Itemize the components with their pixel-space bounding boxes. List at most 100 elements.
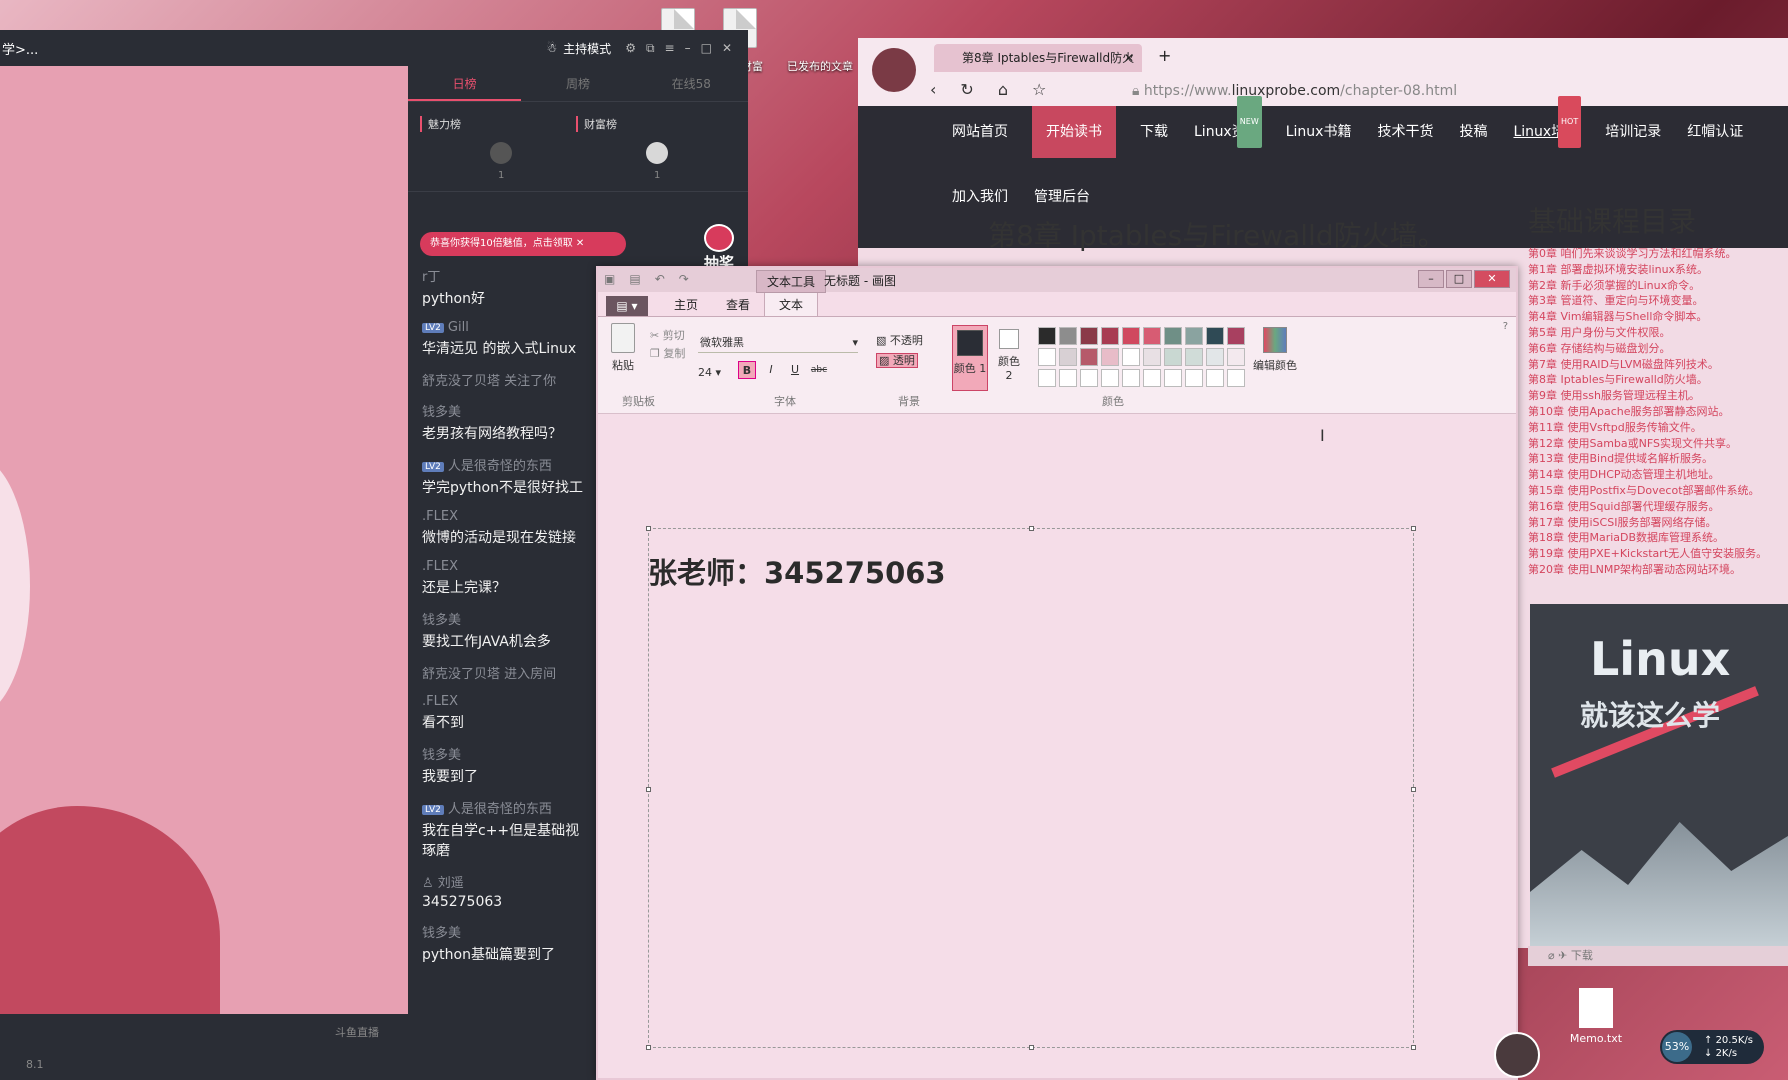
palette-swatch[interactable]	[1206, 327, 1224, 345]
menu-item-books[interactable]: Linux书籍	[1284, 106, 1354, 158]
resize-handle[interactable]	[1029, 1045, 1034, 1050]
palette-swatch[interactable]	[1206, 369, 1224, 387]
tab-weekly[interactable]: 周榜	[521, 66, 634, 101]
toc-link[interactable]: 第9章 使用ssh服务管理远程主机。	[1528, 388, 1788, 404]
toc-link[interactable]: 第0章 咱们先来谈谈学习方法和红帽系统。	[1528, 246, 1788, 262]
palette-swatch[interactable]	[1227, 327, 1245, 345]
palette-swatch[interactable]	[1164, 369, 1182, 387]
bold-button[interactable]: B	[738, 361, 756, 379]
menu-item-submit[interactable]: 投稿	[1457, 106, 1489, 158]
menu-item-records[interactable]: 培训记录	[1603, 106, 1663, 158]
resize-handle[interactable]	[1411, 526, 1416, 531]
tab-home[interactable]: 主页	[660, 293, 712, 316]
transparent-option[interactable]: ▨ 透明	[876, 351, 923, 371]
back-icon[interactable]: ‹	[930, 80, 936, 99]
star-icon[interactable]: ☆	[1032, 80, 1046, 99]
menu-item-join[interactable]: 加入我们	[950, 186, 1010, 206]
strikethrough-button[interactable]: abc	[810, 361, 828, 379]
cut-button[interactable]: ✂ 剪切	[650, 327, 685, 345]
book-cover[interactable]: Linux 就该这么学	[1530, 604, 1788, 948]
menu-item-tech[interactable]: 技术干货	[1375, 106, 1435, 158]
toc-link[interactable]: 第15章 使用Postfix与Dovecot部署邮件系统。	[1528, 483, 1788, 499]
host-mode-button[interactable]: ☃ 主持模式	[546, 40, 611, 57]
menu-item-read[interactable]: 开始读书	[1032, 106, 1116, 158]
toc-link[interactable]: 第2章 新手必须掌握的Linux命令。	[1528, 278, 1788, 294]
palette-swatch[interactable]	[1143, 369, 1161, 387]
palette-swatch[interactable]	[1101, 369, 1119, 387]
color1-button[interactable]: 颜色 1	[952, 325, 988, 391]
avatar[interactable]	[646, 142, 668, 164]
new-tab-icon[interactable]: +	[1158, 46, 1171, 65]
close-icon[interactable]: ✕	[1124, 44, 1134, 72]
maximize-icon[interactable]: □	[1446, 270, 1472, 288]
tab-online[interactable]: 在线58	[635, 66, 748, 101]
underline-button[interactable]: U	[786, 361, 804, 379]
gift-banner[interactable]: 恭喜你获得10倍魅值，点击领取 ✕	[420, 232, 626, 256]
toc-link[interactable]: 第5章 用户身份与文件权限。	[1528, 325, 1788, 341]
toc-link[interactable]: 第17章 使用iSCSI服务部署网络存储。	[1528, 515, 1788, 531]
menu-item-news[interactable]: Linux资讯 NEW	[1192, 96, 1262, 158]
palette-swatch[interactable]	[1038, 348, 1056, 366]
palette-swatch[interactable]	[1101, 327, 1119, 345]
resize-handle[interactable]	[646, 526, 651, 531]
resize-handle[interactable]	[646, 787, 651, 792]
toc-link[interactable]: 第7章 使用RAID与LVM磁盘阵列技术。	[1528, 357, 1788, 373]
opaque-option[interactable]: ▧ 不透明	[876, 331, 923, 351]
undo-icon[interactable]: ↶	[655, 272, 665, 286]
canvas-text[interactable]: 张老师：345275063	[648, 550, 946, 592]
toc-link[interactable]: 第18章 使用MariaDB数据库管理系统。	[1528, 530, 1788, 546]
address-bar[interactable]: 🔒︎ https://www.linuxprobe.com/chapter-08…	[1132, 78, 1732, 104]
palette-swatch[interactable]	[1185, 369, 1203, 387]
maximize-icon[interactable]: □	[701, 41, 712, 56]
drawing-canvas[interactable]: 张老师：345275063	[598, 440, 1516, 1078]
palette-swatch[interactable]	[1101, 348, 1119, 366]
menu-item-download[interactable]: 下载	[1138, 106, 1170, 158]
file-menu-button[interactable]: ▤ ▾	[606, 296, 648, 316]
italic-button[interactable]: I	[762, 361, 780, 379]
toc-link[interactable]: 第13章 使用Bind提供域名解析服务。	[1528, 451, 1788, 467]
palette-swatch[interactable]	[1185, 327, 1203, 345]
toc-link[interactable]: 第4章 Vim编辑器与Shell命令脚本。	[1528, 309, 1788, 325]
menu-item-admin[interactable]: 管理后台	[1032, 186, 1092, 206]
popout-icon[interactable]: ⧉	[646, 41, 655, 56]
tab-view[interactable]: 查看	[712, 293, 764, 316]
palette-swatch[interactable]	[1143, 327, 1161, 345]
settings-icon[interactable]: ⚙	[625, 41, 636, 56]
palette-swatch[interactable]	[1206, 348, 1224, 366]
help-icon[interactable]: ?	[1503, 321, 1508, 332]
save-icon[interactable]: ▤	[629, 272, 640, 286]
home-icon[interactable]: ⌂	[998, 80, 1008, 99]
paint-app-icon[interactable]: ▣	[604, 272, 615, 286]
font-size-select[interactable]: 24 ▾	[698, 363, 734, 383]
palette-swatch[interactable]	[1185, 348, 1203, 366]
desktop-icon-label-2[interactable]: 已发布的文章	[780, 58, 860, 74]
edit-colors-button[interactable]: 编辑颜色	[1252, 327, 1298, 373]
close-icon[interactable]: ✕	[1474, 270, 1510, 288]
menu-item-home[interactable]: 网站首页	[950, 106, 1010, 158]
minimize-icon[interactable]: –	[685, 41, 691, 56]
tab-text[interactable]: 文本	[764, 292, 819, 316]
palette-swatch[interactable]	[1122, 327, 1140, 345]
text-box-selection[interactable]	[646, 526, 1416, 1050]
palette-swatch[interactable]	[1164, 327, 1182, 345]
tab-daily[interactable]: 日榜	[408, 66, 522, 101]
network-speed-widget[interactable]: 53% ↑ 20.5K/s ↓ 2K/s	[1660, 1030, 1764, 1064]
palette-swatch[interactable]	[1164, 348, 1182, 366]
palette-swatch[interactable]	[1143, 348, 1161, 366]
copy-button[interactable]: ❐ 复制	[650, 345, 685, 363]
color2-button[interactable]: 颜色 2	[994, 329, 1024, 382]
palette-swatch[interactable]	[1080, 327, 1098, 345]
toc-link[interactable]: 第6章 存储结构与磁盘划分。	[1528, 341, 1788, 357]
toc-link[interactable]: 第20章 使用LNMP架构部署动态网站环境。	[1528, 562, 1788, 578]
palette-swatch[interactable]	[1038, 369, 1056, 387]
close-icon[interactable]: ✕	[722, 41, 732, 56]
minimize-icon[interactable]: –	[1418, 270, 1444, 288]
resize-handle[interactable]	[1411, 787, 1416, 792]
toc-link[interactable]: 第1章 部署虚拟环境安装linux系统。	[1528, 262, 1788, 278]
reload-icon[interactable]: ↻	[960, 80, 973, 99]
resize-handle[interactable]	[1029, 526, 1034, 531]
menu-item-training[interactable]: Linux培训 HOT	[1511, 96, 1582, 158]
resize-handle[interactable]	[646, 1045, 651, 1050]
palette-swatch[interactable]	[1038, 327, 1056, 345]
toc-link[interactable]: 第14章 使用DHCP动态管理主机地址。	[1528, 467, 1788, 483]
